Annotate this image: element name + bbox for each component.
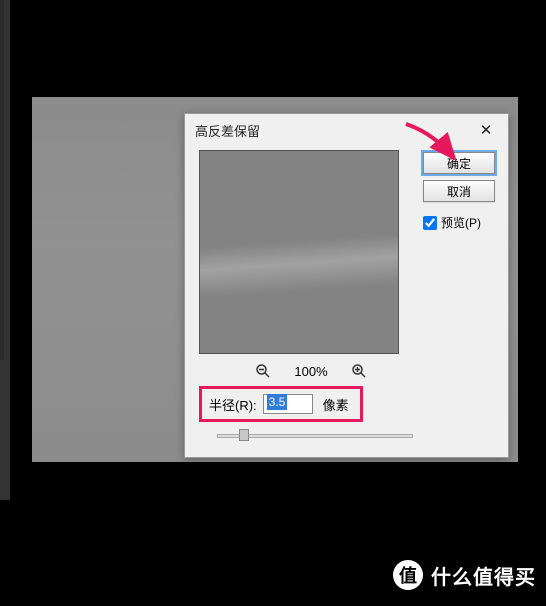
close-icon[interactable]: ✕ — [472, 119, 500, 141]
filter-preview[interactable] — [199, 150, 399, 354]
preview-checkbox-row[interactable]: 预览(P) — [423, 214, 498, 231]
watermark-badge: 值 — [393, 560, 423, 590]
slider-thumb[interactable] — [239, 429, 249, 441]
dialog-titlebar: 高反差保留 ✕ — [185, 114, 508, 146]
ok-button[interactable]: 确定 — [423, 152, 495, 174]
radius-label: 半径(R): — [209, 395, 257, 414]
radius-slider[interactable] — [217, 428, 413, 444]
zoom-level: 100% — [294, 364, 327, 379]
preview-label: 预览(P) — [441, 214, 481, 231]
dialog-title: 高反差保留 — [195, 121, 472, 140]
toolbar-strip — [0, 0, 4, 360]
zoom-in-icon[interactable] — [350, 362, 368, 380]
watermark-text: 什么值得买 — [431, 561, 536, 590]
radius-row-highlight: 半径(R): 3.5 像素 — [199, 386, 363, 422]
radius-unit: 像素 — [323, 395, 349, 414]
zoom-out-icon[interactable] — [254, 362, 272, 380]
preview-checkbox[interactable] — [423, 216, 437, 230]
radius-input[interactable]: 3.5 — [263, 394, 313, 414]
watermark: 值 什么值得买 — [393, 560, 536, 590]
high-pass-dialog: 高反差保留 ✕ 100% 半径(R): 3.5 像素 — [184, 113, 509, 458]
cancel-button[interactable]: 取消 — [423, 180, 495, 202]
